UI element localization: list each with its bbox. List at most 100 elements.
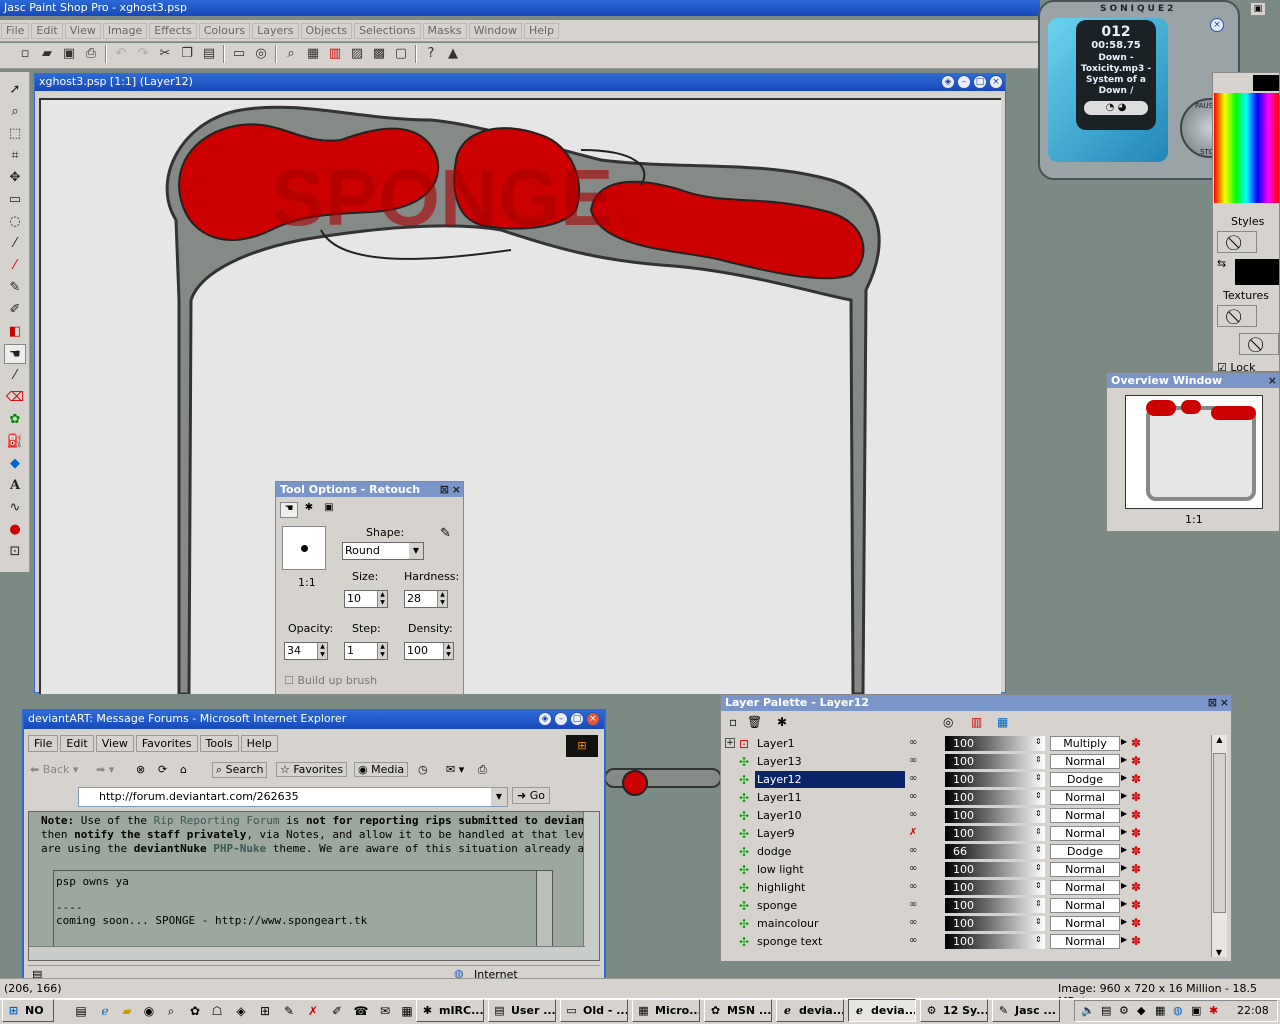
copy-icon[interactable]: ❐ xyxy=(177,44,197,64)
red-eye-tool-icon[interactable]: ◧ xyxy=(4,322,26,342)
overview-thumbnail[interactable] xyxy=(1125,395,1263,509)
opacity-marker-icon[interactable]: ⇕ xyxy=(1035,791,1042,800)
layer-opacity[interactable]: 100 xyxy=(945,808,1045,823)
visibility-icon[interactable]: ∞ xyxy=(909,881,917,892)
taskbar-button[interactable]: ▭ Old - ... xyxy=(560,999,628,1022)
layer-opacity[interactable]: 100 xyxy=(945,790,1045,805)
tray-icon-2[interactable]: ⚙ xyxy=(1119,1004,1129,1017)
size-input[interactable]: 10 ▲ ▼ xyxy=(344,590,388,608)
menu-masks[interactable]: Masks xyxy=(422,23,467,39)
quick-app-icon-4[interactable]: ⊞ xyxy=(256,1002,274,1020)
ps-close-icon[interactable]: ▣ xyxy=(1250,2,1266,16)
blend-dropdown-icon[interactable]: ▶ xyxy=(1121,899,1127,908)
blend-dropdown-icon[interactable]: ▶ xyxy=(1121,881,1127,890)
texture-null-icon-2[interactable]: ⃠ xyxy=(1239,333,1279,355)
menu-layers[interactable]: Layers xyxy=(252,23,299,39)
ie-menu-tools[interactable]: Tools xyxy=(199,735,239,752)
zoom-tool-icon[interactable]: ⌕ xyxy=(4,102,26,122)
layer-lock-icon[interactable]: ✽ xyxy=(1131,844,1141,858)
arrow-tool-icon[interactable]: ➚ xyxy=(4,80,26,100)
layer-name[interactable]: low light xyxy=(755,861,905,878)
crop-tool-icon[interactable]: ⌗ xyxy=(4,146,26,166)
tab-brush[interactable]: ☚ xyxy=(280,502,298,518)
help-icon[interactable]: ? xyxy=(421,44,441,64)
undo-icon[interactable]: ↶ xyxy=(111,44,131,64)
layer-name[interactable]: sponge text xyxy=(755,933,905,950)
ie-restore-icon[interactable]: ◈ xyxy=(538,712,552,726)
quick-app-icon-2[interactable]: ☖ xyxy=(208,1002,226,1020)
menu-image[interactable]: Image xyxy=(102,23,148,39)
layer-opacity[interactable]: 100 xyxy=(945,772,1045,787)
layer-opacity[interactable]: 100 xyxy=(945,826,1045,841)
history-icon[interactable]: ◷ xyxy=(418,763,428,776)
blend-dropdown-icon[interactable]: ▶ xyxy=(1121,863,1127,872)
ie-hscrollbar[interactable] xyxy=(29,946,585,960)
layer-row[interactable]: ✣ Layer12 ∞ 100 ⇕ Dodge ▶ ✽ xyxy=(725,771,1215,789)
quick-app-icon-3[interactable]: ◈ xyxy=(232,1002,250,1020)
visibility-icon[interactable]: ∞ xyxy=(909,935,917,946)
size-spinner-icon[interactable]: ▲ ▼ xyxy=(377,591,387,607)
layer-lock-icon[interactable]: ✽ xyxy=(1131,880,1141,894)
blend-dropdown-icon[interactable]: ▶ xyxy=(1121,917,1127,926)
taskbar-button[interactable]: ✎ Jasc ... xyxy=(992,999,1060,1022)
opacity-marker-icon[interactable]: ⇕ xyxy=(1035,773,1042,782)
visibility-icon[interactable]: ∞ xyxy=(909,791,917,802)
deformation-tool-icon[interactable]: ⬚ xyxy=(4,124,26,144)
sonique-close-icon[interactable]: × xyxy=(1210,18,1224,32)
density-input[interactable]: 100 ▲ ▼ xyxy=(404,642,454,660)
opacity-spinner-icon[interactable]: ▲ ▼ xyxy=(317,643,327,659)
visibility-icon[interactable]: ∞ xyxy=(909,755,917,766)
layer-name[interactable]: Layer11 xyxy=(755,789,905,806)
visibility-icon[interactable]: ∞ xyxy=(909,863,917,874)
layer-palette-close-icon[interactable]: × xyxy=(1220,695,1229,710)
search-button[interactable]: ⌕ Search xyxy=(212,762,268,778)
blend-mode[interactable]: Normal xyxy=(1050,790,1120,805)
blend-dropdown-icon[interactable]: ▶ xyxy=(1121,827,1127,836)
taskbar-button[interactable]: ℯ devia... xyxy=(848,999,916,1022)
quick-app-icon-7[interactable]: ✐ xyxy=(328,1002,346,1020)
layer-opacity[interactable]: 100 xyxy=(945,754,1045,769)
layer-name[interactable]: Layer10 xyxy=(755,807,905,824)
print-ie-icon[interactable]: ⎙ xyxy=(478,763,487,777)
taskbar-button[interactable]: ℯ devia... xyxy=(776,999,844,1022)
save-icon[interactable]: ▣ xyxy=(59,44,79,64)
rip-reporting-link[interactable]: Rip Reporting Forum xyxy=(154,814,280,827)
layer-lock-icon[interactable]: ✽ xyxy=(1131,826,1141,840)
quick-notepad-icon[interactable]: ▤ xyxy=(72,1002,90,1020)
redo-icon[interactable]: ↷ xyxy=(133,44,153,64)
mover-tool-icon[interactable]: ✥ xyxy=(4,168,26,188)
tray-icon-4[interactable]: ▦ xyxy=(1155,1004,1165,1017)
blend-dropdown-icon[interactable]: ▶ xyxy=(1121,845,1127,854)
layer-row[interactable]: ✣ low light ∞ 100 ⇕ Normal ▶ ✽ xyxy=(725,861,1215,879)
blend-mode[interactable]: Normal xyxy=(1050,826,1120,841)
blend-mode[interactable]: Dodge xyxy=(1050,772,1120,787)
quick-media-icon[interactable]: ◉ xyxy=(140,1002,158,1020)
layer-row[interactable]: ✣ highlight ∞ 100 ⇕ Normal ▶ ✽ xyxy=(725,879,1215,897)
layer-row[interactable]: + ⊡ Layer1 ∞ 100 ⇕ Multiply ▶ ✽ xyxy=(725,735,1215,753)
tab-brush-options[interactable]: ▣ xyxy=(320,502,338,518)
menu-window[interactable]: Window xyxy=(468,23,522,39)
opacity-input[interactable]: 34 ▲ ▼ xyxy=(284,642,328,660)
layer-row[interactable]: ✣ Layer9 ✗ 100 ⇕ Normal ▶ ✽ xyxy=(725,825,1215,843)
brush-presets-icon[interactable]: ✎ xyxy=(440,526,451,541)
layer-palette-pin-icon[interactable]: ⊠ xyxy=(1208,695,1217,710)
address-input[interactable]: http://forum.deviantart.com/262635 ▼ xyxy=(78,787,508,807)
layer-row[interactable]: ✣ Layer11 ∞ 100 ⇕ Normal ▶ ✽ xyxy=(725,789,1215,807)
layer-row[interactable]: ✣ dodge ∞ 66 ⇕ Dodge ▶ ✽ xyxy=(725,843,1215,861)
menu-view[interactable]: View xyxy=(64,23,101,39)
taskbar-button[interactable]: ✱ mIRC... xyxy=(416,999,484,1022)
script-icon[interactable]: ▲ xyxy=(443,44,463,64)
layer-row[interactable]: ✣ Layer13 ∞ 100 ⇕ Normal ▶ ✽ xyxy=(725,753,1215,771)
layer-name[interactable]: Layer9 xyxy=(755,825,905,842)
canvas[interactable]: SPONGE xyxy=(39,98,1001,797)
menu-selections[interactable]: Selections xyxy=(354,23,421,39)
layer-name[interactable]: sponge xyxy=(755,897,905,914)
layer-opacity[interactable]: 100 xyxy=(945,880,1045,895)
opacity-marker-icon[interactable]: ⇕ xyxy=(1035,845,1042,854)
full-screen-icon[interactable]: ▢ xyxy=(391,44,411,64)
layer-lock-icon[interactable]: ✽ xyxy=(1131,736,1141,750)
opacity-marker-icon[interactable]: ⇕ xyxy=(1035,935,1042,944)
brush-preview[interactable] xyxy=(282,526,326,570)
menu-colours[interactable]: Colours xyxy=(198,23,251,39)
blend-dropdown-icon[interactable]: ▶ xyxy=(1121,935,1127,944)
